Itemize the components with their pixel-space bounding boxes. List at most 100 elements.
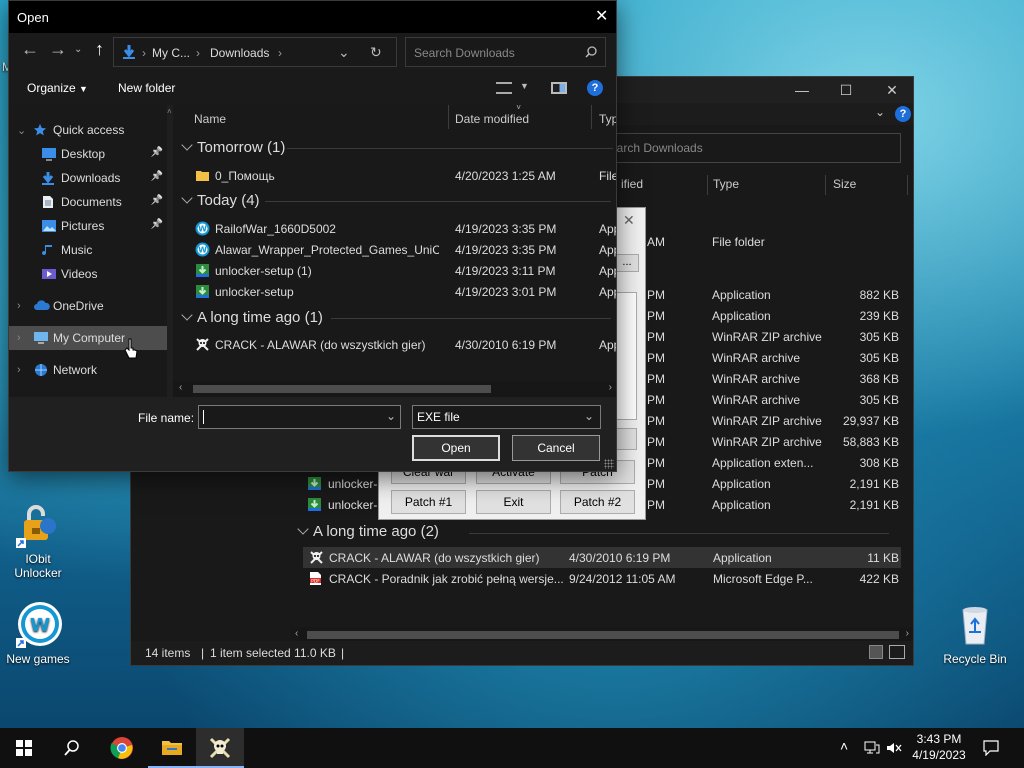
breadcrumb-downloads[interactable]: Downloads <box>210 46 269 60</box>
file-row[interactable]: W RailofWar_1660D5002 4/19/2023 3:35 PM App… <box>173 218 616 239</box>
column-date-modified[interactable]: Date modified <box>455 112 529 126</box>
cancel-button[interactable]: Cancel <box>512 435 600 461</box>
file-row[interactable]: CRACK - ALAWAR (do wszystkich gier) 4/30/… <box>173 334 616 355</box>
start-button[interactable] <box>0 728 48 768</box>
column-date-modified[interactable]: ified <box>621 177 643 191</box>
chevron-down-icon[interactable]: ⌄ <box>386 409 396 423</box>
table-row[interactable]: PDF CRACK - Poradnik jak zrobić pełną wer… <box>303 568 901 589</box>
notifications-icon[interactable] <box>983 740 999 756</box>
resize-grip-icon[interactable] <box>604 459 614 469</box>
chevron-right-icon[interactable]: › <box>278 46 282 60</box>
open-button[interactable]: Open <box>412 435 500 461</box>
taskbar-file-explorer[interactable] <box>148 728 196 768</box>
scroll-left-icon[interactable]: ‹ <box>295 628 298 639</box>
address-dropdown-icon[interactable]: ⌄ <box>338 44 350 61</box>
chevron-right-icon[interactable]: › <box>17 332 21 344</box>
column-name[interactable]: Name <box>194 112 226 126</box>
group-header[interactable]: A long time ago (2) <box>297 523 889 540</box>
column-type[interactable]: Type <box>713 177 739 191</box>
chevron-down-icon[interactable]: ▼ <box>520 81 529 91</box>
breadcrumb-my-computer[interactable]: My C... <box>152 46 190 60</box>
patch-2-button[interactable]: Patch #2 <box>560 490 635 514</box>
scroll-left-icon[interactable]: ‹ <box>179 382 182 393</box>
file-row[interactable]: 0_Помощь 4/20/2023 1:25 AM File fo <box>173 165 616 186</box>
command-bar: Organize ▼ New folder ▼ ? <box>9 71 616 105</box>
chevron-down-icon[interactable]: ⌄ <box>584 409 594 423</box>
scrollbar-thumb[interactable] <box>307 631 899 639</box>
option-button[interactable] <box>615 428 637 450</box>
chevron-right-icon[interactable]: › <box>196 46 200 60</box>
nav-item-documents[interactable]: Documents 📌 <box>9 190 167 214</box>
desktop-icon-recycle-bin[interactable]: Recycle Bin <box>937 600 1013 666</box>
exit-button[interactable]: Exit <box>476 490 551 514</box>
nav-item-desktop[interactable]: Desktop 📌 <box>9 142 167 166</box>
file-row[interactable]: unlocker-setup 4/19/2023 3:01 PM Appli <box>173 281 616 302</box>
nav-item-downloads[interactable]: Downloads 📌 <box>9 166 167 190</box>
file-type: Microsoft Edge P... <box>713 572 813 586</box>
horizontal-scrollbar[interactable]: ‹ › <box>173 381 616 397</box>
taskbar-chrome[interactable] <box>98 728 146 768</box>
close-icon[interactable]: ✕ <box>869 77 915 103</box>
minimize-icon[interactable]: — <box>779 77 825 103</box>
file-type-select[interactable]: EXE file ⌄ <box>412 405 601 429</box>
nav-item-videos[interactable]: Videos <box>9 262 167 286</box>
help-icon[interactable]: ? <box>587 80 603 96</box>
group-header[interactable]: Today (4) <box>181 192 611 209</box>
search-input[interactable]: Search Downloads <box>405 37 606 67</box>
network-icon[interactable] <box>864 741 880 755</box>
back-icon[interactable]: ← <box>21 39 39 60</box>
refresh-icon[interactable]: ↻ <box>370 44 382 61</box>
view-options-icon[interactable] <box>496 82 512 94</box>
nav-item-network[interactable]: › Network <box>9 358 167 382</box>
clock[interactable]: 3:43 PM 4/19/2023 <box>904 731 974 763</box>
column-size[interactable]: Size <box>833 177 856 191</box>
recent-locations-icon[interactable]: ⌄ <box>74 44 82 55</box>
column-type[interactable]: Type <box>599 112 616 126</box>
search-input[interactable]: Search Downloads <box>601 133 901 163</box>
up-icon[interactable]: ↑ <box>95 39 104 60</box>
preview-pane-icon[interactable] <box>551 82 567 94</box>
nav-item-my-computer[interactable]: › My Computer <box>9 326 167 350</box>
open-file-dialog[interactable]: Open ✕ ← → ⌄ ↑ › My C... › Downloads › ⌄… <box>8 0 617 472</box>
chevron-right-icon[interactable]: › <box>142 46 146 60</box>
file-row[interactable]: W Alawar_Wrapper_Protected_Games_UniC... 4… <box>173 239 616 260</box>
nav-item-music[interactable]: Music <box>9 238 167 262</box>
file-date: AM <box>647 235 665 249</box>
table-row[interactable]: CRACK - ALAWAR (do wszystkich gier) 4/30/… <box>303 547 901 568</box>
chevron-right-icon[interactable]: › <box>17 300 21 312</box>
organize-button[interactable]: Organize ▼ <box>27 81 88 95</box>
maximize-icon[interactable]: ☐ <box>823 77 869 103</box>
address-bar[interactable]: › My C... › Downloads › ⌄ ↻ <box>113 37 397 67</box>
help-icon[interactable]: ? <box>895 106 911 122</box>
scrollbar-thumb[interactable] <box>193 385 491 393</box>
show-hidden-icons-icon[interactable]: ˄ <box>840 738 848 754</box>
patch-1-button[interactable]: Patch #1 <box>391 490 466 514</box>
close-icon[interactable]: ✕ <box>595 6 608 26</box>
scroll-up-icon[interactable]: ˄ <box>167 107 172 116</box>
title-bar[interactable]: Open ✕ <box>9 1 616 33</box>
volume-muted-icon[interactable] <box>886 741 902 755</box>
large-icons-view-icon[interactable] <box>889 645 905 659</box>
chevron-down-icon[interactable]: ⌄ <box>875 105 885 119</box>
desktop-icon-iobit-unlocker[interactable]: IObit Unlocker <box>0 500 76 580</box>
new-folder-button[interactable]: New folder <box>118 81 175 95</box>
nav-item-pictures[interactable]: Pictures 📌 <box>9 214 167 238</box>
desktop-icon-new-games[interactable]: W New games <box>0 600 76 666</box>
details-view-icon[interactable] <box>869 645 883 659</box>
scroll-right-icon[interactable]: › <box>609 382 612 393</box>
nav-item-quick-access[interactable]: ⌄ Quick access <box>9 118 167 142</box>
file-name-input[interactable]: ⌄ <box>198 405 401 429</box>
group-header[interactable]: A long time ago (1) <box>181 309 611 326</box>
nav-item-onedrive[interactable]: › OneDrive <box>9 294 167 318</box>
search-button[interactable] <box>48 728 96 768</box>
browse-button[interactable]: ... <box>615 254 639 272</box>
group-header[interactable]: Tomorrow (1) <box>181 139 613 156</box>
taskbar-crack-app[interactable] <box>196 728 244 768</box>
forward-icon[interactable]: → <box>49 39 67 60</box>
chevron-down-icon[interactable]: ⌄ <box>17 124 26 137</box>
close-icon[interactable]: ✕ <box>623 212 635 229</box>
scroll-right-icon[interactable]: › <box>906 628 909 639</box>
nav-item-label: Music <box>61 243 93 257</box>
chevron-right-icon[interactable]: › <box>17 364 21 376</box>
file-row[interactable]: unlocker-setup (1) 4/19/2023 3:11 PM Appli <box>173 260 616 281</box>
